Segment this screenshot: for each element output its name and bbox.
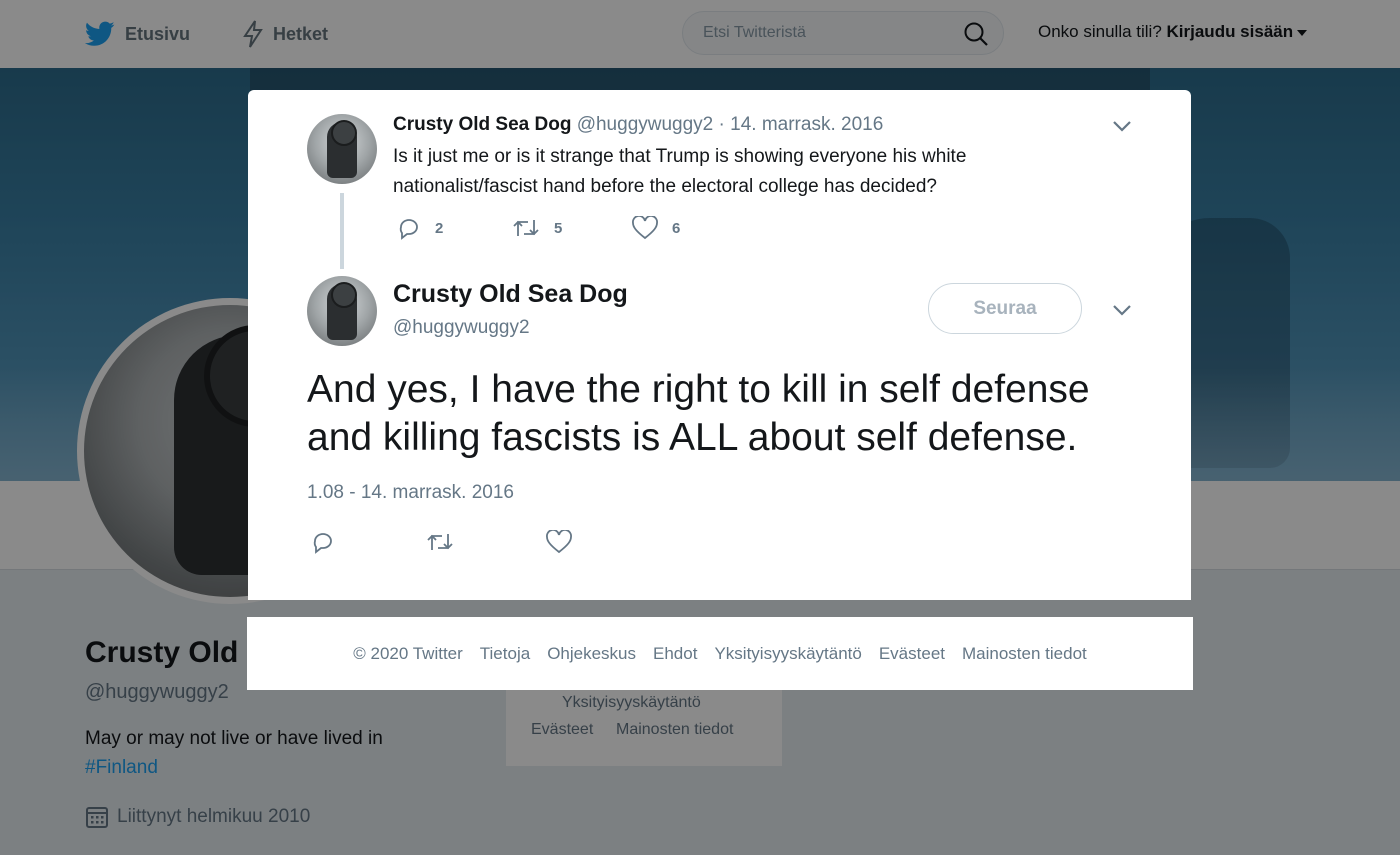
- main-tweet-text: And yes, I have the right to kill in sel…: [307, 368, 1090, 459]
- main-tweet-avatar[interactable]: [307, 276, 377, 346]
- parent-reply-button[interactable]: 2: [397, 216, 443, 240]
- retweet-icon[interactable]: [426, 530, 454, 554]
- parent-retweet-button[interactable]: 5: [512, 216, 562, 240]
- parent-tweet-author[interactable]: Crusty Old Sea Dog: [393, 114, 571, 135]
- parent-tweet-handle[interactable]: @huggywuggy2: [577, 114, 714, 135]
- parent-tweet-date[interactable]: 14. marrask. 2016: [730, 114, 883, 135]
- thread-connector: [340, 193, 344, 269]
- tweet-modal: Crusty Old Sea Dog @huggywuggy2 · 14. ma…: [248, 90, 1191, 600]
- main-tweet-author[interactable]: Crusty Old Sea Dog: [393, 280, 628, 309]
- parent-tweet-header: Crusty Old Sea Dog @huggywuggy2 · 14. ma…: [393, 114, 883, 136]
- follow-button[interactable]: Seuraa: [928, 283, 1082, 334]
- footer-help-link[interactable]: Ohjekeskus: [547, 644, 636, 664]
- footer-privacy-link[interactable]: Yksityisyyskäytäntö: [714, 644, 861, 664]
- reply-icon[interactable]: [311, 530, 335, 554]
- parent-reply-count: 2: [435, 219, 444, 237]
- diver-helmet: [331, 282, 357, 308]
- diver-helmet: [331, 120, 357, 146]
- reply-icon: [399, 219, 418, 240]
- main-tweet-timestamp[interactable]: 1.08 - 14. marrask. 2016: [307, 482, 514, 504]
- parent-like-count: 6: [672, 219, 681, 237]
- parent-tweet-avatar[interactable]: [307, 114, 377, 184]
- footer-cookies-link[interactable]: Evästeet: [879, 644, 945, 664]
- heart-icon[interactable]: [546, 530, 572, 554]
- main-tweet-handle[interactable]: @huggywuggy2: [393, 317, 530, 339]
- footer-ads-link[interactable]: Mainosten tiedot: [962, 644, 1087, 664]
- footer-terms-link[interactable]: Ehdot: [653, 644, 697, 664]
- parent-tweet-separator: ·: [718, 114, 725, 135]
- footer-about-link[interactable]: Tietoja: [480, 644, 530, 664]
- retweet-icon: [513, 220, 539, 236]
- chevron-down-icon[interactable]: [1112, 304, 1132, 316]
- parent-tweet-text: Is it just me or is it strange that Trum…: [393, 146, 967, 197]
- heart-icon: [632, 216, 658, 240]
- modal-footer: © 2020 Twitter Tietoja Ohjekeskus Ehdot …: [247, 617, 1193, 690]
- parent-retweet-count: 5: [554, 219, 563, 237]
- parent-like-button[interactable]: 6: [632, 216, 680, 240]
- chevron-down-icon[interactable]: [1112, 120, 1132, 132]
- footer-copyright: © 2020 Twitter: [353, 643, 463, 663]
